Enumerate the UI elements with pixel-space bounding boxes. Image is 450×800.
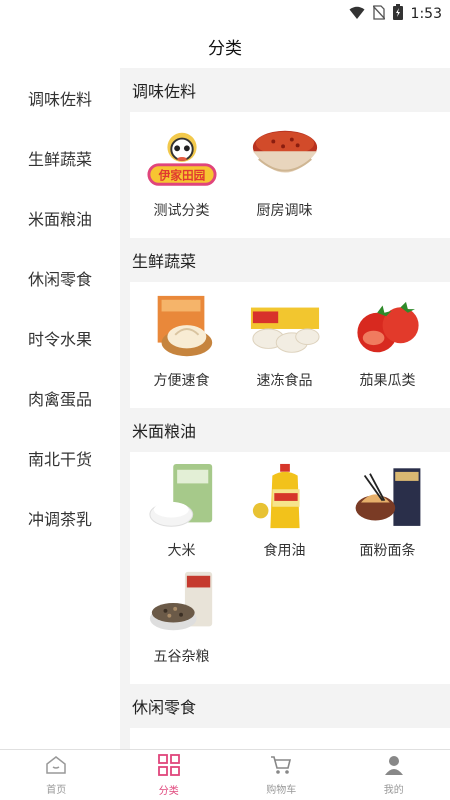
sidebar-item-dry-goods[interactable]: 南北干货 [0, 428, 120, 488]
tab-category[interactable]: 分类 [113, 750, 226, 800]
category-item-label: 食用油 [263, 543, 306, 559]
sidebar-item-label: 休闲零食 [27, 270, 92, 289]
noodles-icon [352, 462, 424, 534]
sidebar-item-seasonal-fruit[interactable]: 时令水果 [0, 308, 120, 368]
bottom-tab-bar: 首页 分类 购物车 我的 [0, 749, 450, 800]
category-item[interactable]: 五谷杂粮 [130, 568, 233, 674]
no-sim-icon [372, 4, 386, 24]
category-content[interactable]: 调味佐料 伊家田园 测试分类 厨房调味 生鲜蔬菜 方便速食 速冻食品 茄果瓜类 … [120, 68, 450, 749]
buns-icon [146, 292, 218, 364]
sidebar-item-seasoning[interactable]: 调味佐料 [0, 68, 120, 128]
home-icon [45, 755, 67, 779]
sidebar-item-label: 调味佐料 [27, 90, 92, 109]
sidebar-item-meat-eggs[interactable]: 肉禽蛋品 [0, 368, 120, 428]
page-header: 分类 [0, 26, 450, 66]
section-title: 米面粮油 [120, 408, 450, 452]
section-title: 生鲜蔬菜 [120, 238, 450, 282]
category-item-label: 茄果瓜类 [359, 373, 416, 389]
dumplings-icon [249, 292, 321, 364]
rice-icon [146, 462, 218, 534]
user-icon [384, 755, 404, 779]
sidebar-item-label: 冲调茶乳 [27, 510, 92, 529]
tab-cart[interactable]: 购物车 [225, 750, 338, 800]
category-item-label: 大米 [167, 543, 196, 559]
sidebar-item-label: 肉禽蛋品 [27, 390, 92, 409]
category-item[interactable]: 茄果瓜类 [336, 292, 439, 398]
page-title: 分类 [208, 38, 242, 59]
status-icons: 1:53 [349, 4, 442, 24]
grains-icon [146, 568, 218, 640]
tab-label: 我的 [383, 784, 404, 796]
wifi-icon [349, 5, 365, 24]
tab-home[interactable]: 首页 [0, 750, 113, 800]
tab-label: 首页 [46, 784, 67, 796]
sidebar-item-drinks-tea-milk[interactable]: 冲调茶乳 [0, 488, 120, 548]
category-grid-icon [157, 753, 180, 780]
category-grid: 伊家田园 测试分类 厨房调味 [130, 112, 450, 238]
sidebar-item-label: 生鲜蔬菜 [27, 150, 92, 169]
sidebar-item-label: 米面粮油 [27, 210, 92, 229]
tomato-icon [352, 292, 424, 364]
category-grid: 大米 食用油 面粉面条 五谷杂粮 [130, 452, 450, 684]
tab-label: 购物车 [266, 784, 297, 796]
category-item-label: 面粉面条 [359, 543, 416, 559]
chili-bowl-icon [249, 122, 321, 194]
category-item[interactable]: 食用油 [233, 462, 336, 568]
sidebar-item-fresh-vegetables[interactable]: 生鲜蔬菜 [0, 128, 120, 188]
category-item[interactable]: 速冻食品 [233, 292, 336, 398]
category-item[interactable]: 大米 [130, 462, 233, 568]
category-item-label: 厨房调味 [256, 203, 313, 219]
sidebar-item-label: 南北干货 [27, 450, 92, 469]
category-item-label: 方便速食 [153, 373, 210, 389]
category-item-label: 测试分类 [153, 203, 210, 219]
tab-label: 分类 [158, 785, 179, 797]
battery-charging-icon [392, 4, 403, 24]
category-item[interactable]: 方便速食 [130, 292, 233, 398]
oil-bottle-icon [249, 462, 321, 534]
category-item-label: 五谷杂粮 [153, 649, 210, 665]
shopping-cart-icon [270, 755, 292, 779]
category-item[interactable]: 厨房调味 [233, 122, 336, 228]
category-item[interactable]: 伊家田园 测试分类 [130, 122, 233, 228]
section-title: 休闲零食 [120, 684, 450, 728]
tab-profile[interactable]: 我的 [338, 750, 450, 800]
section-title: 调味佐料 [120, 68, 450, 112]
svg-text:伊家田园: 伊家田园 [157, 168, 205, 182]
status-bar: 1:53 [0, 0, 450, 26]
yijia-logo-icon: 伊家田园 [146, 122, 218, 194]
category-grid: 方便速食 速冻食品 茄果瓜类 [130, 282, 450, 408]
category-sidebar: 调味佐料 生鲜蔬菜 米面粮油 休闲零食 时令水果 肉禽蛋品 南北干货 冲调茶乳 [0, 68, 120, 749]
sidebar-item-rice-flour-oil[interactable]: 米面粮油 [0, 188, 120, 248]
sidebar-item-snacks[interactable]: 休闲零食 [0, 248, 120, 308]
sidebar-item-label: 时令水果 [27, 330, 92, 349]
category-item[interactable]: 面粉面条 [336, 462, 439, 568]
category-grid [130, 728, 450, 749]
category-item-label: 速冻食品 [256, 373, 313, 389]
status-time: 1:53 [410, 6, 442, 22]
